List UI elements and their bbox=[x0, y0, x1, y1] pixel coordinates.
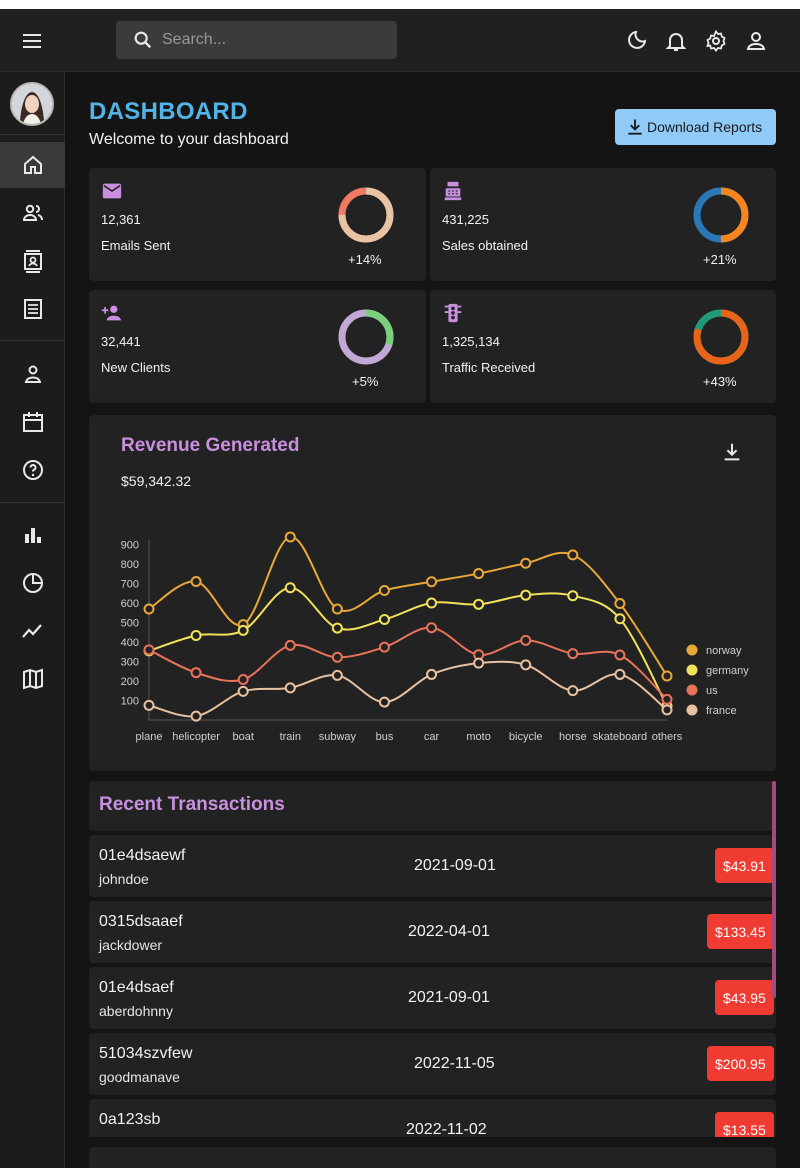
transaction-row[interactable]: 0a123sb 2022-11-02 $13.55 bbox=[89, 1099, 776, 1137]
transaction-row[interactable]: 51034szvfew goodmanave 2022-11-05 $200.9… bbox=[89, 1033, 776, 1095]
transaction-amount: $200.95 bbox=[707, 1046, 774, 1081]
transaction-row[interactable]: 0315dsaaef jackdower 2022-04-01 $133.45 bbox=[89, 901, 776, 963]
transaction-amount: $43.91 bbox=[715, 848, 774, 883]
transaction-user: goodmanave bbox=[99, 1069, 180, 1085]
transaction-user: aberdohnny bbox=[99, 1003, 173, 1019]
transaction-id: 0a123sb bbox=[99, 1111, 161, 1128]
transaction-date: 2022-11-02 bbox=[406, 1121, 487, 1137]
transactions-scrollbar[interactable] bbox=[772, 781, 776, 998]
transaction-date: 2022-04-01 bbox=[408, 923, 490, 940]
transaction-amount: $133.45 bbox=[707, 914, 774, 949]
transaction-user: johndoe bbox=[99, 871, 149, 887]
transaction-amount: $13.55 bbox=[715, 1112, 774, 1137]
transaction-id: 0315dsaaef bbox=[99, 913, 183, 930]
transaction-id: 01e4dsaewf bbox=[99, 847, 186, 864]
transaction-id: 01e4dsaef bbox=[99, 979, 174, 996]
transaction-date: 2022-11-05 bbox=[414, 1055, 495, 1072]
transaction-row[interactable]: 01e4dsaewf johndoe 2021-09-01 $43.91 bbox=[89, 835, 776, 897]
transaction-date: 2021-09-01 bbox=[414, 857, 496, 874]
transaction-date: 2021-09-01 bbox=[408, 989, 490, 1006]
transaction-user: jackdower bbox=[99, 937, 163, 953]
transaction-row[interactable]: 01e4dsaef aberdohnny 2021-09-01 $43.95 bbox=[89, 967, 776, 1029]
transaction-id: 51034szvfew bbox=[99, 1045, 193, 1062]
transactions-title: Recent Transactions bbox=[99, 794, 285, 815]
transactions-viewport: Recent Transactions 01e4dsaewf johndoe 2… bbox=[0, 0, 800, 1137]
bottom-card bbox=[89, 1147, 776, 1168]
transactions-header: Recent Transactions bbox=[89, 781, 776, 831]
transaction-amount: $43.95 bbox=[715, 980, 774, 1015]
